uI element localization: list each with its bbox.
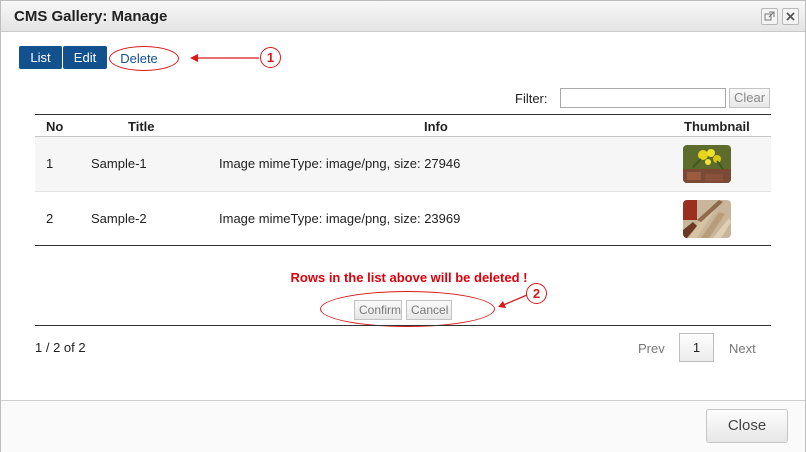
gallery-table: No Title Info Thumbnail 1 Sample-1 Image… <box>35 114 771 246</box>
annotation-ellipse-confirm-buttons <box>320 291 495 327</box>
page-number-button[interactable]: 1 <box>679 333 714 362</box>
table-row[interactable]: 1 Sample-1 Image mimeType: image/png, si… <box>35 137 771 191</box>
annotation-marker-2: 2 <box>526 283 547 304</box>
cell-info: Image mimeType: image/png, size: 23969 <box>219 211 461 226</box>
header-no: No <box>46 119 64 134</box>
table-row[interactable]: 2 Sample-2 Image mimeType: image/png, si… <box>35 191 771 245</box>
header-thumbnail: Thumbnail <box>684 119 750 134</box>
cell-no: 2 <box>46 211 54 226</box>
pagination-summary: 1 / 2 of 2 <box>35 340 86 355</box>
cell-title: Sample-2 <box>91 211 147 226</box>
cms-gallery-dialog: CMS Gallery: Manage List Edit Delete 1 F… <box>0 0 806 452</box>
header-title: Title <box>128 119 155 134</box>
dialog-title: CMS Gallery: Manage <box>14 8 168 25</box>
cell-no: 1 <box>46 156 54 171</box>
close-button[interactable]: Close <box>706 409 788 443</box>
tab-list[interactable]: List <box>19 46 62 69</box>
filter-label: Filter: <box>515 91 548 106</box>
table-header: No Title Info Thumbnail <box>35 115 771 137</box>
yellow-flowers-thumbnail[interactable] <box>683 145 731 183</box>
filter-input[interactable] <box>560 88 726 108</box>
clear-button[interactable]: Clear <box>729 88 770 108</box>
cell-info: Image mimeType: image/png, size: 27946 <box>219 156 461 171</box>
header-info: Info <box>424 119 448 134</box>
annotation-arrow-2 <box>498 294 528 308</box>
cell-title: Sample-1 <box>91 156 147 171</box>
annotation-ellipse-delete-tab <box>109 46 179 71</box>
dialog-footer: Close <box>1 400 805 452</box>
close-icon[interactable] <box>782 8 799 25</box>
dialog-titlebar: CMS Gallery: Manage <box>1 1 805 32</box>
delete-warning-message: Rows in the list above will be deleted ! <box>290 270 528 285</box>
annotation-marker-1: 1 <box>260 47 281 68</box>
prev-page-link[interactable]: Prev <box>638 341 665 356</box>
popout-icon[interactable] <box>761 8 778 25</box>
tab-edit[interactable]: Edit <box>63 46 107 69</box>
annotation-arrow-1 <box>190 54 259 62</box>
list-divider <box>35 325 771 326</box>
next-page-link[interactable]: Next <box>729 341 756 356</box>
wooden-fence-thumbnail[interactable] <box>683 200 731 238</box>
